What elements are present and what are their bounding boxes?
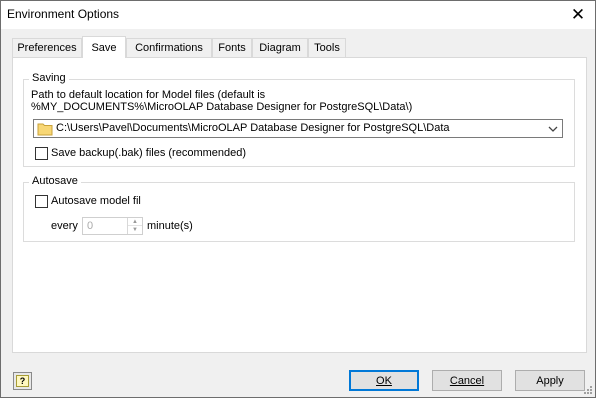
- ok-button[interactable]: OK: [349, 370, 419, 391]
- model-path-combobox[interactable]: C:\Users\Pavel\Documents\MicroOLAP Datab…: [33, 119, 563, 138]
- spinner-buttons: ▲ ▼: [127, 218, 142, 234]
- ok-button-label: OK: [376, 374, 392, 387]
- folder-icon: [37, 123, 53, 136]
- close-icon: ✕: [570, 5, 586, 24]
- tab-label: Fonts: [218, 42, 246, 54]
- tab-strip: Preferences Save Confirmations Fonts Dia…: [12, 36, 592, 58]
- cancel-button-label: Cancel: [449, 374, 485, 387]
- spin-down-button[interactable]: ▼: [128, 226, 142, 234]
- tab-label: Diagram: [259, 42, 301, 54]
- model-path-value: C:\Users\Pavel\Documents\MicroOLAP Datab…: [56, 122, 450, 134]
- title-bar: Environment Options ✕: [1, 1, 595, 29]
- window-title: Environment Options: [7, 7, 120, 21]
- help-icon: ?: [16, 375, 29, 387]
- tab-diagram[interactable]: Diagram: [252, 38, 308, 57]
- autosave-label: Autosave model fil: [51, 195, 141, 207]
- tab-confirmations[interactable]: Confirmations: [126, 38, 212, 57]
- save-backup-checkbox[interactable]: [35, 147, 48, 160]
- apply-button[interactable]: Apply: [515, 370, 585, 391]
- autosave-group-title: Autosave: [29, 175, 81, 187]
- tab-label: Preferences: [17, 42, 77, 54]
- tab-preferences[interactable]: Preferences: [12, 38, 82, 57]
- cancel-button[interactable]: Cancel: [432, 370, 502, 391]
- path-label-line-2: %MY_DOCUMENTS%\MicroOLAP Database Design…: [31, 101, 413, 113]
- tab-fonts[interactable]: Fonts: [212, 38, 252, 57]
- autosave-minutes-spinner[interactable]: 0 ▲ ▼: [82, 217, 143, 235]
- tab-save[interactable]: Save: [82, 36, 126, 58]
- path-label: Path to default location for Model files…: [31, 89, 491, 113]
- apply-button-label: Apply: [536, 374, 564, 387]
- autosave-checkbox[interactable]: [35, 195, 48, 208]
- tab-label: Confirmations: [135, 42, 203, 54]
- every-label: every: [51, 220, 78, 232]
- help-button[interactable]: ?: [13, 372, 32, 390]
- chevron-down-icon[interactable]: [546, 122, 560, 136]
- tab-label: Save: [91, 41, 117, 54]
- tab-label: Tools: [314, 42, 340, 54]
- resize-grip-icon[interactable]: [583, 385, 593, 395]
- environment-options-dialog: Environment Options ✕ Preferences Save C…: [0, 0, 596, 398]
- save-backup-label: Save backup(.bak) files (recommended): [51, 147, 247, 159]
- path-label-line-1: Path to default location for Model files…: [31, 89, 266, 101]
- saving-group-title: Saving: [29, 72, 69, 84]
- minutes-value: 0: [87, 220, 94, 232]
- spin-up-button[interactable]: ▲: [128, 218, 142, 226]
- close-button[interactable]: ✕: [561, 1, 595, 29]
- tab-tools[interactable]: Tools: [308, 38, 346, 57]
- minutes-label: minute(s): [147, 220, 193, 232]
